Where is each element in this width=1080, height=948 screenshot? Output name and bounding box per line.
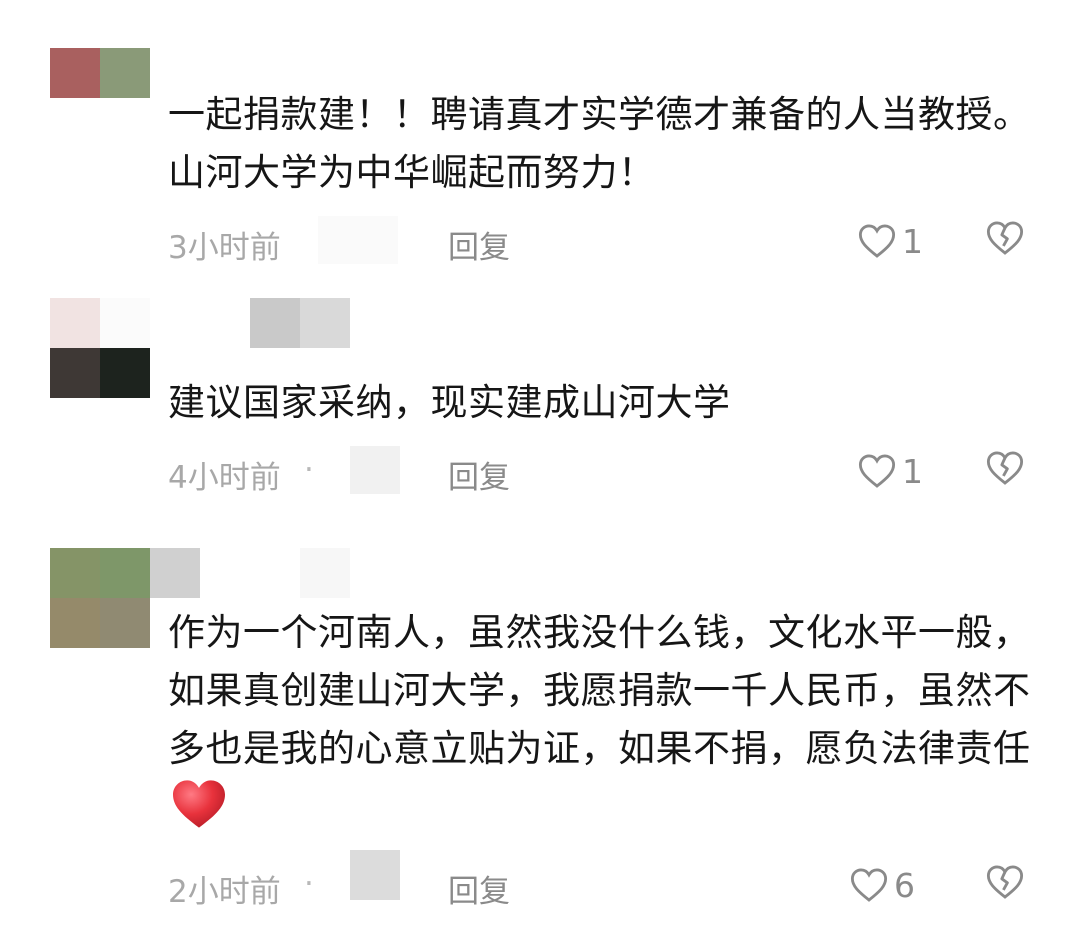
comment-meta: 4小时前 · 回复 1: [168, 446, 1038, 496]
like-count: 1: [902, 221, 923, 261]
location-blur: [318, 216, 398, 264]
comment-time: 4小时前: [168, 460, 281, 496]
heart-outline-icon: [858, 454, 896, 488]
heart-outline-icon: [858, 224, 896, 258]
like-button[interactable]: 6: [850, 862, 915, 908]
like-button[interactable]: 1: [858, 218, 923, 264]
location-blur: [350, 850, 400, 900]
reply-button[interactable]: 回复: [448, 452, 510, 497]
avatar[interactable]: [50, 48, 150, 148]
dislike-button[interactable]: [986, 220, 1024, 264]
comment-time: 3小时前: [168, 230, 281, 266]
reply-button[interactable]: 回复: [448, 222, 510, 267]
red-heart-emoji: [173, 780, 225, 828]
heart-outline-icon: [850, 868, 888, 902]
broken-heart-icon: [986, 451, 1024, 485]
broken-heart-icon: [986, 865, 1024, 899]
like-button[interactable]: 1: [858, 448, 923, 494]
broken-heart-icon: [986, 221, 1024, 255]
comment-text: 一起捐款建！！聘请真才实学德才兼备的人当教授。山河大学为中华崛起而努力！: [168, 93, 1031, 194]
username-blur: [250, 298, 350, 348]
comment-text: 作为一个河南人，虽然我没什么钱，文化水平一般，如果真创建山河大学，我愿捐款一千人…: [168, 604, 1038, 837]
dislike-button[interactable]: [986, 450, 1024, 494]
meta-separator: ·: [304, 866, 314, 902]
comment-meta: 2小时前 · 回复 6: [168, 850, 1038, 911]
comment-meta: 3小时前 回复 1: [168, 216, 1038, 266]
like-count: 6: [894, 865, 915, 905]
username-blur: [150, 548, 350, 598]
reply-button[interactable]: 回复: [448, 866, 510, 911]
comment-text-body: 作为一个河南人，虽然我没什么钱，文化水平一般，如果真创建山河大学，我愿捐款一千人…: [168, 611, 1031, 770]
avatar[interactable]: [50, 298, 150, 398]
location-blur: [350, 446, 400, 494]
comment-text: 建议国家采纳，现实建成山河大学: [168, 381, 731, 424]
avatar[interactable]: [50, 548, 150, 648]
meta-separator: ·: [304, 452, 314, 488]
comment-time: 2小时前: [168, 874, 281, 910]
dislike-button[interactable]: [986, 864, 1024, 908]
like-count: 1: [902, 451, 923, 491]
